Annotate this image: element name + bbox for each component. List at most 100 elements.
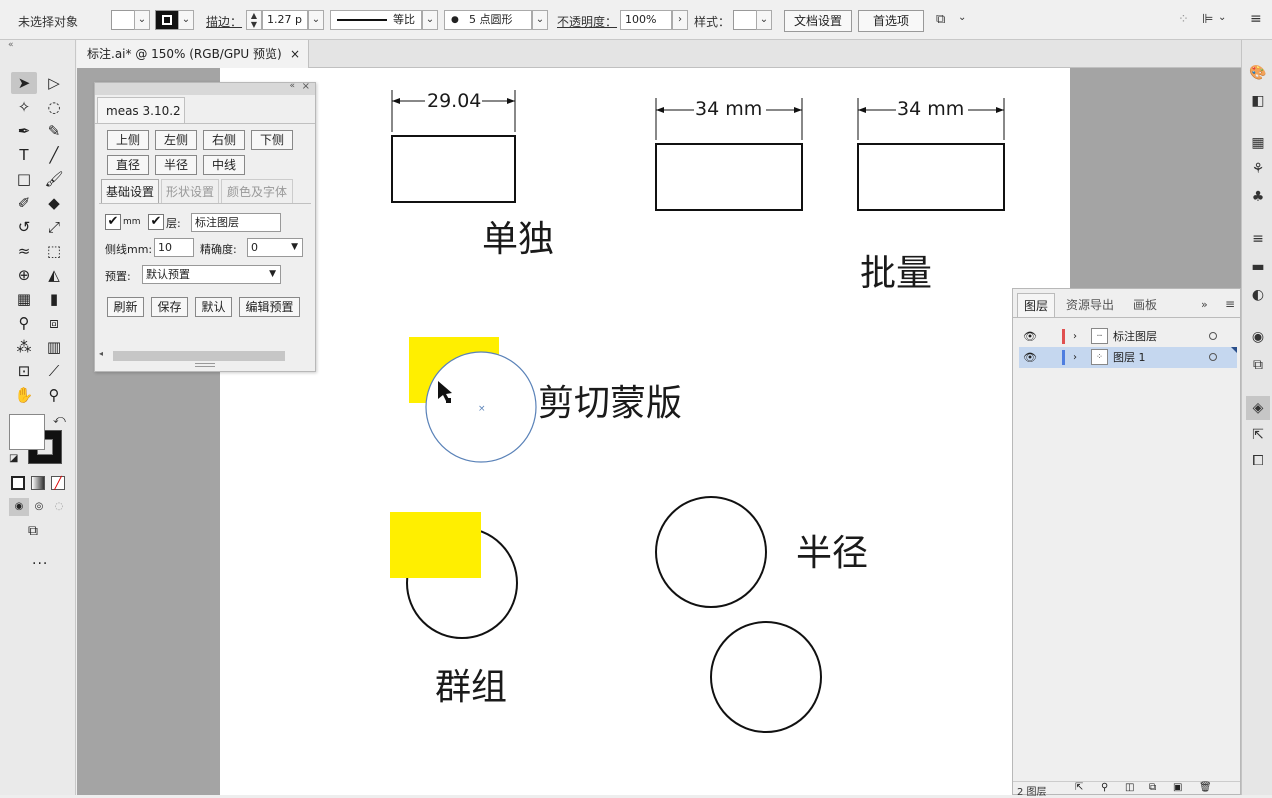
right-side-button[interactable]: 右侧	[203, 130, 245, 150]
tab-artboards[interactable]: 画板	[1125, 293, 1165, 317]
rect-batch-1[interactable]	[655, 143, 803, 211]
free-transform-icon[interactable]: ⬚	[41, 240, 67, 262]
line-tool-icon[interactable]: ╱	[41, 144, 67, 166]
left-side-button[interactable]: 左侧	[155, 130, 197, 150]
resize-grip[interactable]	[195, 363, 215, 367]
scale-tool-icon[interactable]: ⤢	[41, 216, 67, 238]
type-tool-icon[interactable]: T	[11, 144, 37, 166]
radius-circle-1[interactable]	[655, 496, 767, 608]
artboard[interactable]: × 29.04 34 mm 34 mm 单独 批量 剪切蒙版 半径 群组	[220, 68, 1070, 795]
eyedropper-icon[interactable]: ⚲	[11, 312, 37, 334]
direct-selection-tool-icon[interactable]: ▷	[41, 72, 67, 94]
draw-inside-icon[interactable]: ◌	[51, 498, 67, 516]
color-palette-icon[interactable]: 🎨	[1249, 64, 1267, 82]
paintbrush-icon[interactable]: 🖌	[41, 168, 67, 190]
group-yellow-rect[interactable]	[390, 512, 481, 578]
color-guide-icon[interactable]: ◧	[1249, 92, 1267, 110]
menu-icon[interactable]: ≡	[1250, 11, 1262, 27]
chevron-down-icon[interactable]: ⌄	[134, 10, 150, 30]
save-button[interactable]: 保存	[151, 297, 188, 317]
hand-tool-icon[interactable]: ✋	[11, 384, 37, 406]
stroke-swatch[interactable]	[155, 10, 179, 30]
brushes-icon[interactable]: ♣	[1249, 188, 1267, 206]
mm-checkbox[interactable]: ✔	[105, 214, 121, 230]
stroke-profile-select[interactable]: 等比	[330, 10, 422, 30]
color-mode-icon[interactable]	[11, 476, 25, 490]
artboard-tool-icon[interactable]: ⊡	[11, 360, 37, 382]
opacity-input[interactable]: 100%	[620, 10, 672, 30]
transform-icon[interactable]: ⊫	[1202, 12, 1213, 27]
preset-select[interactable]: 默认预置 ▼	[142, 265, 281, 284]
new-layer-icon[interactable]: ▣	[1173, 782, 1182, 793]
chevron-down-icon[interactable]: ⌄	[178, 10, 194, 30]
zoom-tool-icon[interactable]: ⚲	[41, 384, 67, 406]
rotate-tool-icon[interactable]: ↺	[11, 216, 37, 238]
eraser-icon[interactable]: ◆	[41, 192, 67, 214]
centerline-button[interactable]: 中线	[203, 155, 245, 175]
draw-behind-icon[interactable]: ◎	[31, 498, 47, 516]
stroke-stepper[interactable]: ▲ ▼	[246, 10, 262, 30]
lasso-icon[interactable]: ◌	[41, 96, 67, 118]
default-button[interactable]: 默认	[195, 297, 232, 317]
horizontal-scrollbar[interactable]	[113, 351, 285, 361]
gradient-tool-icon[interactable]: ▮	[41, 288, 67, 310]
eye-icon[interactable]: 👁	[1023, 347, 1037, 368]
doc-setup-button[interactable]: 文档设置	[784, 10, 852, 32]
none-mode-icon[interactable]: ╱	[51, 476, 65, 490]
trash-icon[interactable]: 🗑	[1199, 782, 1212, 793]
graphic-styles-icon[interactable]: ⧉	[1249, 356, 1267, 374]
tab-asset-export[interactable]: 资源导出	[1061, 293, 1119, 317]
mesh-tool-icon[interactable]: ▦	[11, 288, 37, 310]
brush-select[interactable]: ● 5 点圆形	[444, 10, 532, 30]
chevron-down-icon[interactable]: ⌄	[532, 10, 548, 30]
swap-colors-icon[interactable]: ⤺	[53, 412, 66, 427]
meas-tab[interactable]: meas 3.10.2	[97, 97, 185, 123]
rect-batch-2[interactable]	[857, 143, 1005, 211]
magic-wand-icon[interactable]: ✧	[11, 96, 37, 118]
layers-panel-icon[interactable]: ◈	[1246, 396, 1270, 420]
expand-icon[interactable]: »	[1201, 298, 1208, 311]
eye-icon[interactable]: 👁	[1023, 326, 1037, 347]
chevron-right-icon[interactable]: ›	[1073, 326, 1077, 347]
rect-single[interactable]	[391, 135, 516, 203]
diameter-button[interactable]: 直径	[107, 155, 149, 175]
stroke-panel-icon[interactable]: ≡	[1249, 230, 1267, 248]
fill-swatch[interactable]	[111, 10, 135, 30]
shape-builder-icon[interactable]: ⊕	[11, 264, 37, 286]
panel-menu-icon[interactable]: ≡	[1225, 297, 1235, 311]
appearance-icon[interactable]: ◉	[1249, 328, 1267, 346]
warp-tool-icon[interactable]: ≈	[11, 240, 37, 262]
tab-shape-settings[interactable]: 形状设置	[161, 179, 219, 203]
layer-name-input[interactable]: 标注图层	[191, 213, 281, 232]
screen-mode-icon[interactable]: ⧉	[28, 523, 38, 539]
symbol-sprayer-icon[interactable]: ⁂	[11, 336, 37, 358]
top-side-button[interactable]: 上侧	[107, 130, 149, 150]
panel-drag-bar[interactable]: « ×	[95, 81, 315, 95]
fill-color-box[interactable]	[9, 414, 45, 450]
target-icon[interactable]	[1209, 353, 1217, 361]
asset-export-icon[interactable]: ⇱	[1249, 426, 1267, 444]
chevron-right-icon[interactable]: ›	[1073, 347, 1077, 368]
arrange-icon[interactable]: ⧉	[936, 12, 956, 30]
chevron-right-icon[interactable]: ›	[672, 10, 688, 30]
pen-tool-icon[interactable]: ✒	[11, 120, 37, 142]
document-tab[interactable]: 标注.ai* @ 150% (RGB/GPU 预览) ×	[77, 40, 309, 68]
chevron-down-icon[interactable]: ⌄	[1218, 12, 1226, 23]
layer-row[interactable]: 👁 › ┈ 标注图层	[1019, 326, 1237, 347]
perspective-grid-icon[interactable]: ◭	[41, 264, 67, 286]
layer-checkbox[interactable]: ✔	[148, 214, 164, 230]
clip-mask-icon[interactable]: ◫	[1125, 782, 1134, 793]
transparency-icon[interactable]: ◐	[1249, 286, 1267, 304]
side-line-input[interactable]: 10	[154, 238, 194, 257]
new-sublayer-icon[interactable]: ⧉	[1149, 782, 1156, 793]
chevron-down-icon[interactable]: ⌄	[958, 12, 966, 23]
collapse-icon[interactable]: «	[289, 81, 295, 91]
preferences-button[interactable]: 首选项	[858, 10, 924, 32]
shaper-tool-icon[interactable]: ✐	[11, 192, 37, 214]
slice-tool-icon[interactable]: ⟋	[41, 360, 67, 382]
align-grid-icon[interactable]: ⁘	[1178, 12, 1189, 27]
graph-tool-icon[interactable]: ▥	[41, 336, 67, 358]
swatches-icon[interactable]: ▦	[1249, 134, 1267, 152]
tab-layers[interactable]: 图层	[1017, 293, 1055, 317]
selection-tool-icon[interactable]: ➤	[11, 72, 37, 94]
